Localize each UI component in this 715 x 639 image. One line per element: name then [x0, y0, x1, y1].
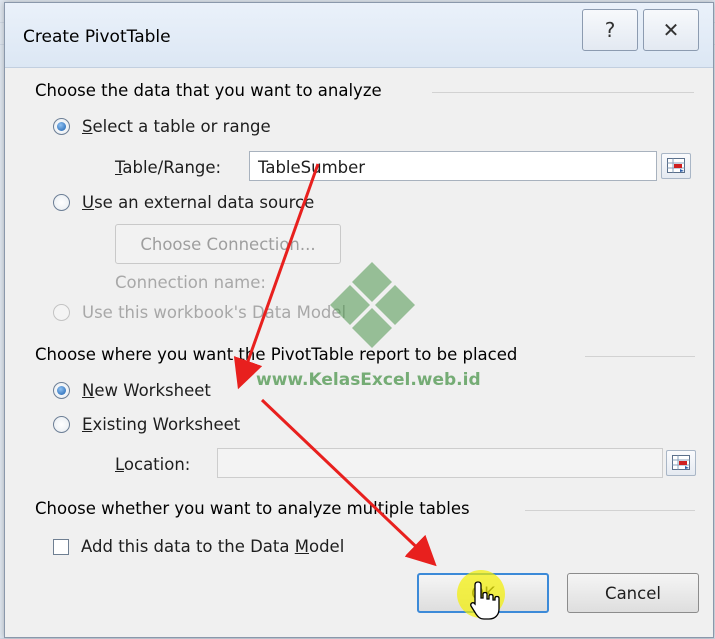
table-range-label: Table/Range: — [115, 158, 222, 177]
location-selector-button[interactable] — [666, 450, 696, 476]
add-to-data-model-label: Add this data to the Data Model — [81, 537, 345, 556]
section-divider — [525, 510, 695, 511]
section-place-label: Choose where you want the PivotTable rep… — [35, 345, 518, 364]
radio-external-source[interactable]: Use an external data source — [53, 193, 314, 212]
help-button[interactable]: ? — [582, 9, 638, 51]
section-divider — [585, 356, 695, 357]
range-selector-icon — [667, 158, 685, 173]
radio-button-checked[interactable] — [53, 382, 70, 399]
create-pivottable-dialog: Create PivotTable ? ✕ Choose the data th… — [4, 2, 714, 638]
location-label: Location: — [115, 455, 191, 474]
close-icon: ✕ — [662, 18, 680, 42]
title-bar: Create PivotTable ? ✕ — [5, 3, 713, 68]
section-data-label: Choose the data that you want to analyze — [35, 81, 382, 100]
cancel-button[interactable]: Cancel — [567, 573, 699, 613]
radio-workbook-data-model[interactable]: Use this workbook's Data Model — [53, 303, 346, 322]
radio-select-table[interactable]: Select a table or range — [53, 117, 271, 136]
dialog-title: Create PivotTable — [23, 27, 171, 47]
watermark-text: www.KelasExcel.web.id — [256, 370, 481, 390]
help-icon: ? — [604, 18, 616, 42]
connection-name-label: Connection name: — [115, 273, 266, 292]
radio-new-worksheet[interactable]: New Worksheet — [53, 381, 211, 400]
radio-existing-worksheet[interactable]: Existing Worksheet — [53, 415, 240, 434]
radio-label: Use this workbook's Data Model — [82, 303, 347, 322]
range-selector-icon — [672, 455, 690, 470]
range-selector-button[interactable] — [661, 153, 691, 179]
section-multi-label: Choose whether you want to analyze multi… — [35, 499, 470, 518]
choose-connection-button[interactable]: Choose Connection... — [115, 224, 341, 264]
radio-button-disabled[interactable] — [53, 304, 70, 321]
radio-label: New Worksheet — [82, 381, 211, 400]
radio-label: Existing Worksheet — [82, 415, 241, 434]
close-button[interactable]: ✕ — [643, 9, 699, 51]
radio-label: Use an external data source — [82, 193, 315, 212]
add-to-data-model-checkbox[interactable] — [53, 539, 69, 555]
radio-label: Select a table or range — [82, 117, 271, 136]
ok-button[interactable]: OK — [417, 573, 549, 613]
table-range-input[interactable]: TableSumber — [249, 151, 657, 181]
location-input[interactable] — [217, 448, 663, 478]
radio-button-checked[interactable] — [53, 118, 70, 135]
radio-button[interactable] — [53, 416, 70, 433]
section-divider — [432, 92, 694, 93]
radio-button[interactable] — [53, 194, 70, 211]
